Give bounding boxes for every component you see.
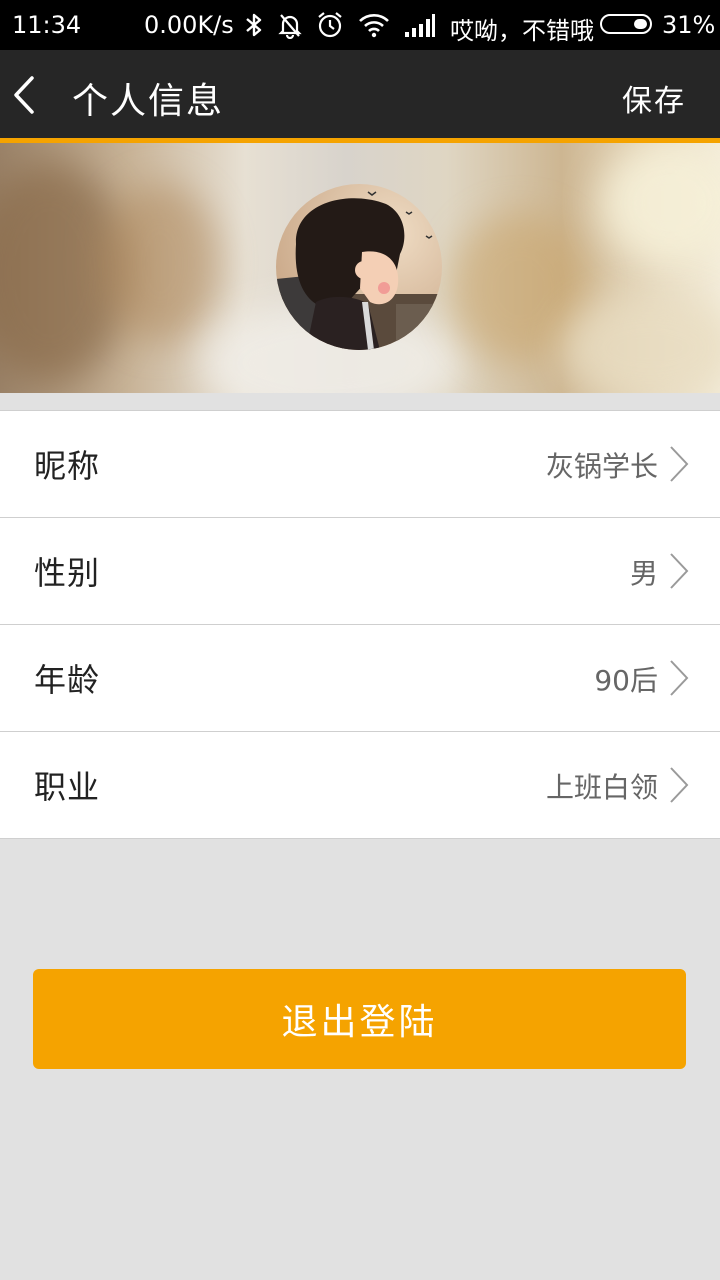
row-value: 男 bbox=[629, 557, 658, 590]
logout-button[interactable]: 退出登陆 bbox=[33, 969, 686, 1069]
back-button[interactable] bbox=[4, 64, 56, 124]
signal-icon bbox=[405, 14, 435, 37]
status-net-speed: 0.00K/s bbox=[144, 11, 234, 39]
avatar-image bbox=[276, 184, 442, 350]
status-icons bbox=[244, 8, 450, 42]
row-value: 灰锅学长 bbox=[545, 450, 658, 483]
battery-icon bbox=[600, 14, 652, 34]
alarm-icon bbox=[318, 12, 342, 38]
status-battery-percent: 31% bbox=[662, 11, 716, 39]
row-nickname[interactable]: 昵称 灰锅学长 bbox=[0, 411, 720, 518]
chevron-right-icon bbox=[670, 767, 689, 803]
row-label: 昵称 bbox=[34, 447, 101, 485]
row-label: 年龄 bbox=[34, 661, 101, 699]
avatar[interactable] bbox=[276, 184, 442, 350]
row-label: 性别 bbox=[34, 554, 101, 592]
wifi-icon bbox=[359, 14, 389, 38]
row-age[interactable]: 年龄 90后 bbox=[0, 625, 720, 732]
chevron-right-icon bbox=[670, 553, 689, 589]
status-carrier: 哎呦，不错哦 bbox=[450, 17, 594, 45]
chevron-right-icon bbox=[670, 660, 689, 696]
info-list: 昵称 灰锅学长 性别 男 年龄 90后 职业 上班白领 bbox=[0, 410, 720, 839]
page-title: 个人信息 bbox=[72, 81, 225, 122]
app-bar: 个人信息 保存 bbox=[0, 50, 720, 143]
bluetooth-icon bbox=[246, 13, 262, 37]
profile-header bbox=[0, 143, 720, 393]
battery-fill bbox=[634, 19, 647, 29]
status-bar: 11:34 0.00K/s 哎呦，不错哦 31% bbox=[0, 0, 720, 50]
save-button[interactable]: 保存 bbox=[622, 76, 686, 120]
row-gender[interactable]: 性别 男 bbox=[0, 518, 720, 625]
bell-off-icon bbox=[278, 14, 302, 39]
chevron-left-icon bbox=[14, 76, 34, 114]
row-occupation[interactable]: 职业 上班白领 bbox=[0, 732, 720, 839]
row-value: 上班白领 bbox=[545, 771, 658, 804]
row-label: 职业 bbox=[34, 768, 101, 806]
chevron-right-icon bbox=[670, 446, 689, 482]
status-time: 11:34 bbox=[12, 11, 82, 39]
row-value: 90后 bbox=[594, 664, 658, 697]
